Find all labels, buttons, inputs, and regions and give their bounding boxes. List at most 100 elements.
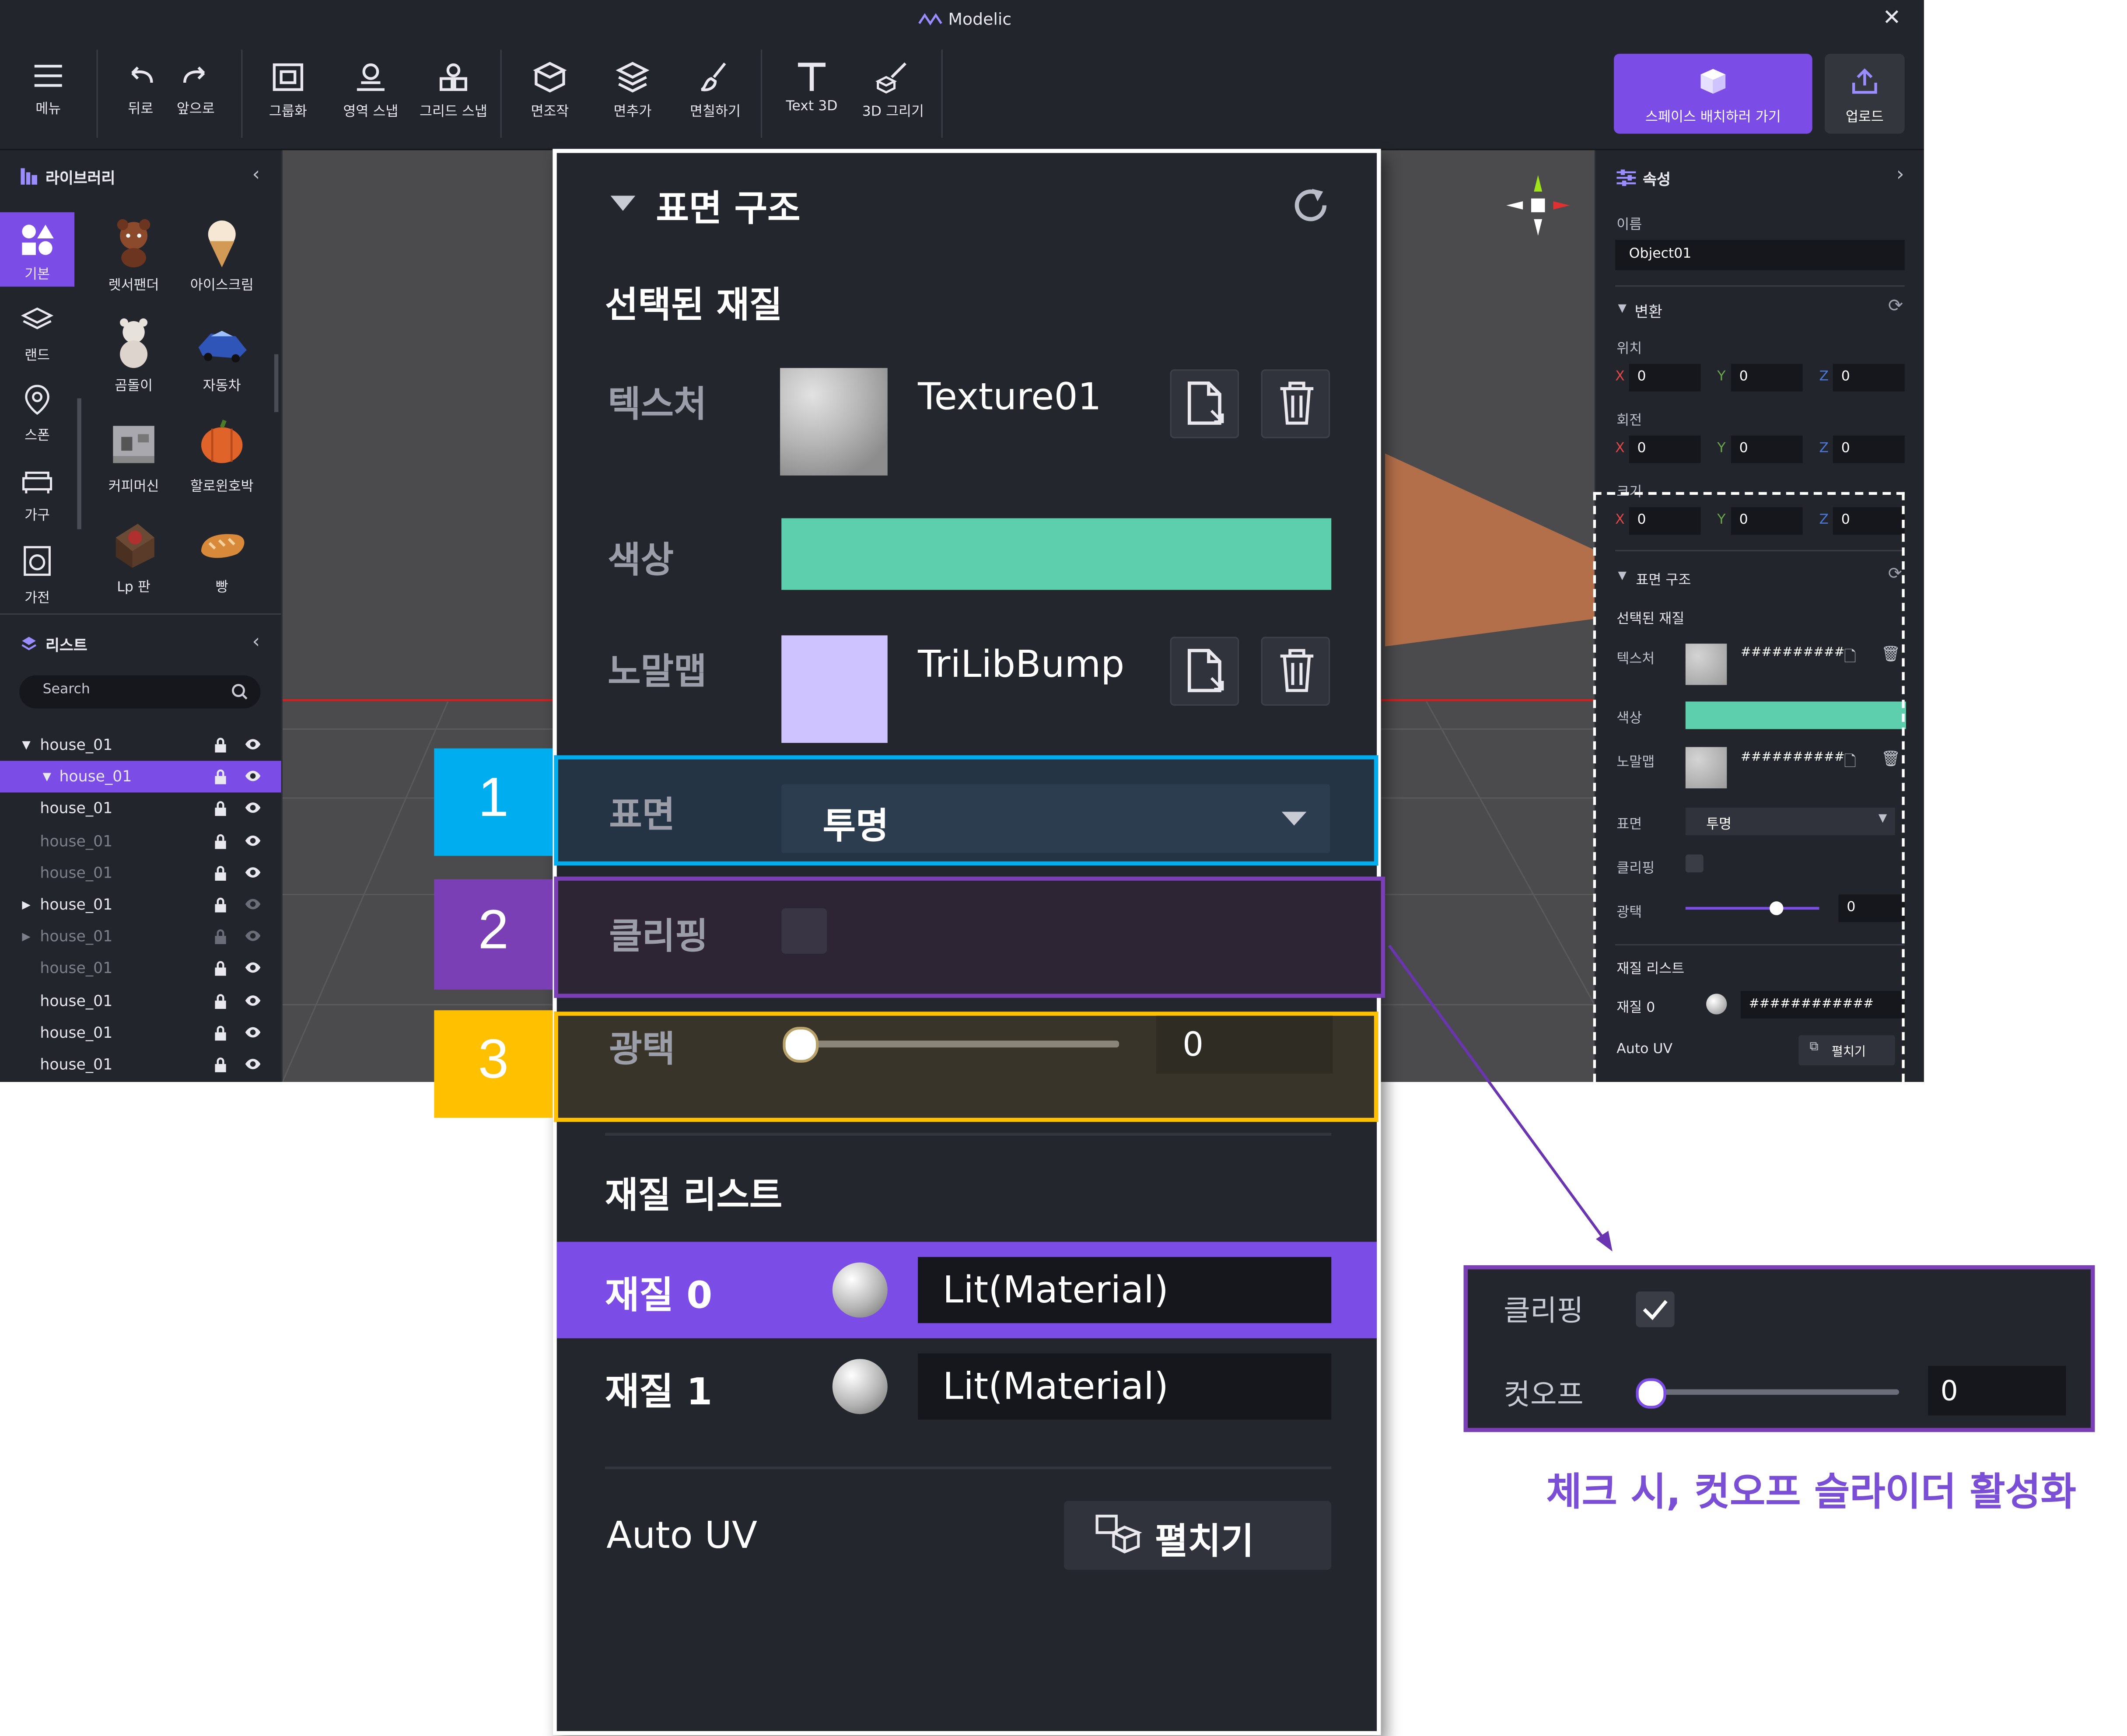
cutoff-slider-thumb[interactable]: [1636, 1378, 1666, 1409]
list-item[interactable]: house_01: [0, 985, 281, 1016]
reset-icon[interactable]: [1291, 185, 1333, 226]
material-0-field[interactable]: Lit(Material): [918, 1257, 1332, 1323]
list-item[interactable]: house_01: [0, 793, 281, 825]
lock-icon[interactable]: [213, 929, 227, 945]
axis-x-input[interactable]: 0: [1629, 435, 1701, 463]
list-item[interactable]: house_01: [0, 825, 281, 857]
normal-map-thumbnail[interactable]: [781, 635, 888, 743]
face-add-button[interactable]: 면추가: [594, 61, 671, 120]
library-item-ice-cream[interactable]: 아이스크림: [181, 217, 263, 294]
eye-icon[interactable]: [244, 929, 262, 943]
expand-caret-icon[interactable]: ▼: [22, 729, 30, 761]
menu-button[interactable]: 메뉴: [10, 61, 87, 117]
detail-clipping-checkbox[interactable]: [1636, 1291, 1675, 1327]
library-item-bread[interactable]: 빵: [181, 518, 263, 595]
axis-y-input[interactable]: 0: [1731, 364, 1803, 392]
axis-z-input[interactable]: 0: [1833, 364, 1905, 392]
material-row-1[interactable]: 재질 1 Lit(Material): [557, 1338, 1377, 1435]
collapse-list-icon[interactable]: ‹: [252, 631, 260, 653]
lock-icon[interactable]: [213, 993, 227, 1008]
category-appliance[interactable]: 가전: [0, 539, 74, 613]
cutoff-value-input[interactable]: 0: [1928, 1365, 2066, 1416]
lock-icon[interactable]: [213, 1057, 227, 1072]
eye-icon[interactable]: [244, 737, 262, 751]
library-item-coffee-machine[interactable]: 커피머신: [92, 418, 175, 495]
lock-icon[interactable]: [213, 802, 227, 817]
list-item[interactable]: ▼ house_01: [0, 729, 281, 761]
face-edit-button[interactable]: 면조작: [511, 61, 588, 120]
transform-caret-icon[interactable]: ▼: [1618, 302, 1626, 314]
cutoff-slider-track[interactable]: [1647, 1389, 1900, 1395]
collapse-caret-icon[interactable]: [609, 194, 637, 214]
category-furniture[interactable]: 가구: [0, 459, 74, 533]
close-icon[interactable]: ✕: [1882, 4, 1901, 30]
text3d-button[interactable]: Text 3D: [773, 61, 850, 114]
draw3d-button[interactable]: 3D 그리기: [854, 61, 931, 120]
library-item-pumpkin[interactable]: 할로윈호박: [181, 418, 263, 495]
space-placement-button[interactable]: 스페이스 배치하러 가기: [1614, 53, 1812, 134]
library-scrollbar[interactable]: [274, 354, 279, 412]
collapse-caret-icon[interactable]: ▶: [22, 889, 30, 920]
eye-icon[interactable]: [244, 1057, 262, 1071]
lock-icon[interactable]: [213, 865, 227, 881]
texture-thumbnail[interactable]: [780, 368, 888, 476]
face-paint-button[interactable]: 면칠하기: [677, 61, 754, 120]
category-scrollbar[interactable]: [77, 398, 81, 529]
eye-icon[interactable]: [244, 802, 262, 816]
unfold-button[interactable]: 펼치기: [1064, 1501, 1332, 1570]
forward-button[interactable]: 앞으로: [157, 61, 234, 117]
expand-caret-icon[interactable]: ▼: [43, 761, 51, 793]
lock-icon[interactable]: [213, 769, 227, 785]
category-land[interactable]: 랜드: [0, 299, 74, 374]
gloss-slider-track[interactable]: [799, 1040, 1119, 1048]
gloss-value-input[interactable]: 0: [1156, 1015, 1333, 1074]
object-name-input[interactable]: Object01: [1615, 240, 1905, 270]
eye-icon[interactable]: [244, 769, 262, 783]
material-1-field[interactable]: Lit(Material): [918, 1353, 1332, 1420]
texture-load-button[interactable]: [1170, 369, 1239, 438]
group-button[interactable]: 그룹화: [249, 61, 326, 120]
axis-gizmo-icon[interactable]: [1506, 172, 1572, 238]
list-item[interactable]: house_01: [0, 857, 281, 889]
eye-icon[interactable]: [244, 865, 262, 879]
list-item[interactable]: house_01: [0, 1049, 281, 1080]
collapse-library-icon[interactable]: ‹: [252, 164, 260, 186]
eye-icon[interactable]: [244, 833, 262, 847]
material-row-0[interactable]: 재질 0 Lit(Material): [556, 1242, 1377, 1338]
lock-icon[interactable]: [213, 1025, 227, 1040]
color-swatch[interactable]: [781, 518, 1332, 590]
list-item[interactable]: house_01: [0, 1017, 281, 1048]
library-item-red-panda[interactable]: 렛서팬더: [92, 217, 175, 294]
lock-icon[interactable]: [213, 897, 227, 913]
gloss-slider-thumb[interactable]: [783, 1026, 819, 1063]
list-search-field[interactable]: Search: [19, 675, 261, 709]
category-basic[interactable]: 기본: [0, 212, 75, 287]
normal-map-delete-button[interactable]: [1261, 637, 1330, 706]
collapse-properties-icon[interactable]: ›: [1896, 164, 1904, 186]
eye-icon[interactable]: [244, 993, 262, 1007]
list-item[interactable]: ▶ house_01: [0, 921, 281, 952]
grid-snap-button[interactable]: 그리드 스냅: [415, 61, 492, 120]
surface-dropdown[interactable]: 투명: [781, 784, 1330, 854]
axis-x-input[interactable]: 0: [1629, 364, 1701, 392]
list-item[interactable]: house_01: [0, 953, 281, 984]
axis-z-input[interactable]: 0: [1833, 435, 1905, 463]
lock-icon[interactable]: [213, 737, 227, 753]
clipping-checkbox[interactable]: [781, 908, 827, 954]
collapse-caret-icon[interactable]: ▶: [22, 921, 30, 952]
area-snap-button[interactable]: 영역 스냅: [332, 61, 409, 120]
upload-button[interactable]: 업로드: [1824, 53, 1905, 134]
library-item-car[interactable]: 자동차: [181, 317, 263, 394]
eye-icon[interactable]: [244, 961, 262, 975]
library-item-teddy-bear[interactable]: 곰돌이: [92, 317, 175, 394]
texture-delete-button[interactable]: [1261, 369, 1330, 438]
axis-y-input[interactable]: 0: [1731, 435, 1803, 463]
lock-icon[interactable]: [213, 833, 227, 849]
library-item-lp-record[interactable]: Lp 판: [92, 518, 175, 595]
category-spawn[interactable]: 스폰: [0, 379, 74, 453]
normal-map-load-button[interactable]: [1170, 637, 1239, 706]
eye-icon[interactable]: [244, 1025, 262, 1039]
transform-reset-icon[interactable]: ⟳: [1888, 296, 1903, 317]
eye-icon[interactable]: [244, 897, 262, 911]
list-item[interactable]: ▶ house_01: [0, 889, 281, 920]
